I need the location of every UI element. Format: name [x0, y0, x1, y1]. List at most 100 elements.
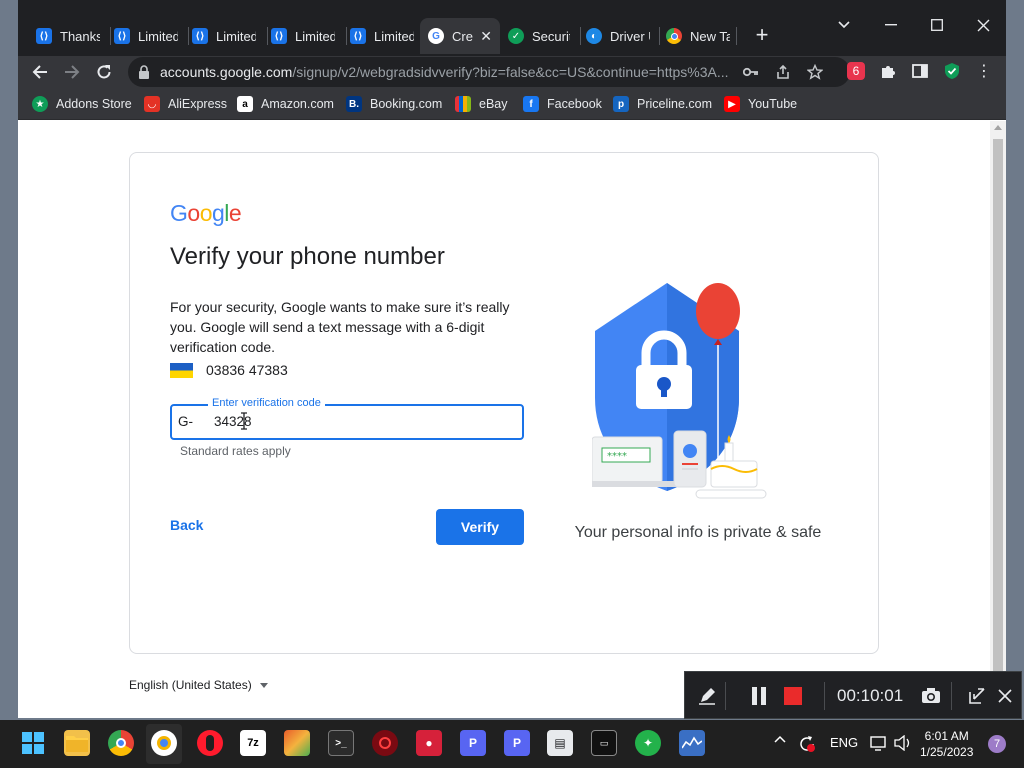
bookmark-label: eBay — [479, 97, 508, 111]
collapse-icon[interactable] — [965, 684, 989, 708]
maximize-button[interactable] — [922, 10, 952, 40]
forward-nav-button[interactable] — [58, 58, 86, 86]
tab-limited-3[interactable]: ⟨⟩ Limited — [263, 18, 343, 54]
verification-code-input[interactable]: Enter verification code G- 34328 — [170, 397, 524, 440]
bookmark-star-icon[interactable] — [806, 63, 824, 81]
google-icon: G — [428, 28, 444, 44]
pen-icon[interactable] — [695, 684, 719, 708]
driver-updater-icon: ◐ — [586, 28, 602, 44]
blue-bracket-icon: ⟨⟩ — [114, 28, 130, 44]
chevron-down-icon — [838, 21, 850, 29]
close-window-button[interactable] — [968, 10, 998, 40]
arrow-left-icon — [32, 65, 47, 79]
language-selector[interactable]: English (United States) — [129, 678, 268, 692]
notification-badge[interactable]: 7 — [988, 735, 1006, 753]
blue-bracket-icon: ⟨⟩ — [350, 28, 366, 44]
google-logo: Google — [170, 200, 242, 226]
system-clock[interactable]: 6:01 AM 1/25/2023 — [920, 728, 973, 760]
address-bar[interactable]: accounts.google.com/signup/v2/webgradsid… — [128, 57, 850, 87]
bookmark-amazon[interactable]: a Amazon.com — [237, 94, 334, 114]
7zip-icon[interactable]: 7z — [240, 730, 266, 756]
priceline-icon[interactable]: P — [460, 730, 486, 756]
terminal-icon[interactable]: >_ — [328, 730, 354, 756]
page-scrollbar[interactable] — [990, 121, 1006, 718]
security-shield-illustration: **** — [592, 283, 767, 499]
tab-thanks[interactable]: ⟨⟩ Thanks — [28, 18, 108, 54]
tab-label: Limited — [216, 28, 256, 44]
page-title: Verify your phone number — [170, 243, 445, 270]
file-explorer-icon[interactable] — [64, 730, 90, 756]
bookmark-ebay[interactable]: eBay — [455, 94, 508, 114]
tab-search-button[interactable] — [829, 10, 859, 40]
pause-button[interactable] — [747, 684, 771, 708]
reload-icon — [97, 65, 111, 79]
tab-new-tab[interactable]: New Ta — [658, 18, 738, 54]
back-button[interactable]: Back — [170, 517, 203, 533]
bookmark-priceline[interactable]: p Priceline.com — [613, 94, 712, 114]
sync-icon[interactable] — [798, 735, 816, 753]
camera-icon[interactable] — [919, 684, 943, 708]
tab-label: New Ta — [690, 28, 730, 44]
priceline-icon: p — [613, 96, 629, 112]
tab-limited-1[interactable]: ⟨⟩ Limited — [106, 18, 186, 54]
document-viewer-icon[interactable]: ▤ — [547, 730, 573, 756]
chrome-beta-icon[interactable] — [151, 730, 177, 756]
back-nav-button[interactable] — [26, 58, 54, 86]
new-tab-button[interactable]: + — [748, 22, 776, 50]
screen-recorder-icon[interactable]: ● — [416, 730, 442, 756]
share-icon[interactable] — [774, 63, 792, 81]
bookmark-label: Priceline.com — [637, 97, 713, 111]
tab-security[interactable]: ✓ Security — [500, 18, 578, 54]
arrow-right-icon — [65, 65, 80, 79]
winrar-icon[interactable] — [284, 730, 310, 756]
bookmark-facebook[interactable]: f Facebook — [523, 94, 602, 114]
scroll-up-arrow-icon[interactable] — [994, 125, 1002, 130]
divider — [951, 682, 952, 710]
tab-create-account[interactable]: G Cre ✕ — [420, 18, 500, 54]
security-app-icon[interactable] — [372, 730, 398, 756]
verify-button[interactable]: Verify — [436, 509, 524, 545]
divider — [725, 682, 726, 710]
verification-code-label: Enter verification code — [208, 397, 325, 409]
recording-timer: 00:10:01 — [837, 686, 904, 705]
shield-check-icon[interactable] — [943, 62, 961, 80]
opera-icon[interactable] — [197, 730, 223, 756]
resource-monitor-icon[interactable] — [679, 730, 705, 756]
chevron-up-icon[interactable] — [774, 735, 786, 743]
menu-kebab-icon[interactable]: ⋮ — [975, 62, 993, 80]
tab-limited-4[interactable]: ⟨⟩ Limited — [342, 18, 422, 54]
gecko-app-icon[interactable]: ✦ — [635, 730, 661, 756]
close-icon[interactable] — [993, 684, 1017, 708]
bookmark-youtube[interactable]: ▶ YouTube — [724, 94, 797, 114]
tab-limited-2[interactable]: ⟨⟩ Limited — [184, 18, 264, 54]
side-panel-icon[interactable] — [911, 62, 929, 80]
chrome-icon[interactable] — [108, 730, 134, 756]
extension-red-icon[interactable]: 6 — [847, 62, 865, 80]
bookmark-addons-store[interactable]: ★ Addons Store — [32, 94, 132, 114]
minimize-button[interactable] — [876, 10, 906, 40]
scrollbar-thumb[interactable] — [993, 139, 1003, 699]
clock-date: 1/25/2023 — [920, 745, 974, 759]
p-app-icon[interactable]: P — [504, 730, 530, 756]
bookmark-label: Facebook — [547, 97, 602, 111]
start-button[interactable] — [20, 730, 46, 756]
bookmark-aliexpress[interactable]: ◡ AliExpress — [144, 94, 227, 114]
reload-button[interactable] — [90, 58, 118, 86]
bookmark-booking[interactable]: B. Booking.com — [346, 94, 442, 114]
puzzle-icon[interactable] — [879, 62, 897, 80]
volume-icon[interactable] — [894, 735, 912, 751]
tab-driver-updater[interactable]: ◐ Driver U — [578, 18, 658, 54]
screen-recorder-widget: 00:10:01 — [684, 671, 1022, 719]
ukraine-flag-icon — [170, 363, 193, 378]
stop-button[interactable] — [781, 684, 805, 708]
key-icon[interactable] — [742, 63, 760, 81]
windows-logo-icon — [22, 732, 44, 754]
close-icon — [977, 19, 989, 31]
bookmark-label: Addons Store — [56, 97, 132, 111]
input-language-indicator[interactable]: ENG — [830, 735, 858, 750]
console-icon[interactable]: ▭ — [591, 730, 617, 756]
divider — [824, 682, 825, 710]
bookmark-label: Amazon.com — [261, 97, 334, 111]
network-icon[interactable] — [870, 735, 888, 751]
close-icon[interactable]: ✕ — [474, 28, 492, 45]
